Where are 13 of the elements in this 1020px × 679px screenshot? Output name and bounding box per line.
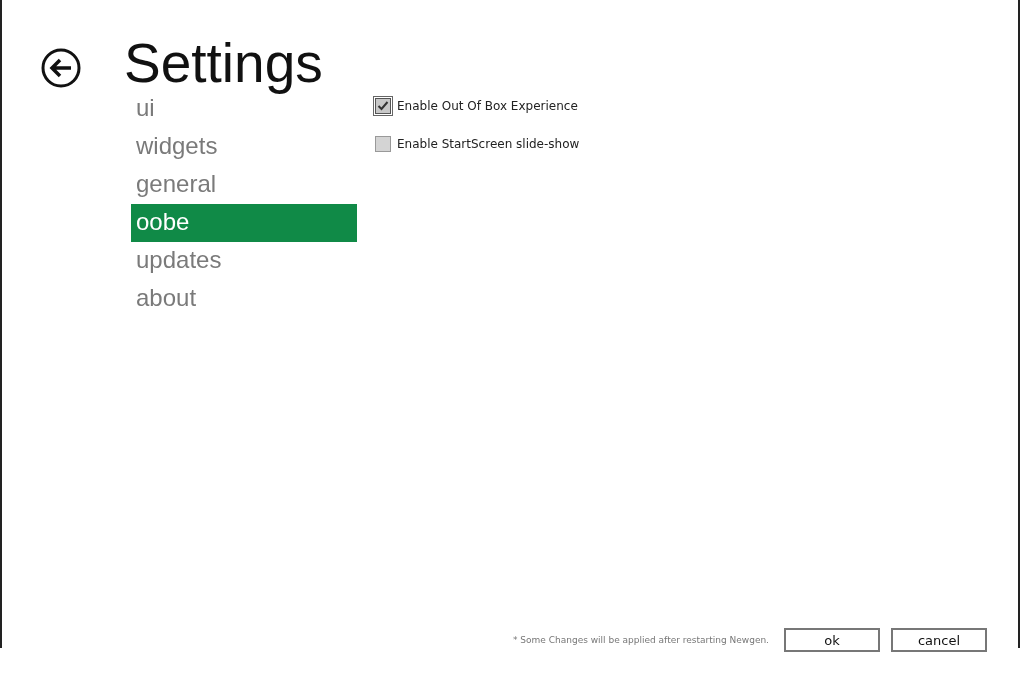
nav-item[interactable]: updates	[131, 242, 357, 280]
page-title: Settings	[124, 31, 323, 96]
nav-item[interactable]: widgets	[131, 128, 357, 166]
dialog-button[interactable]: cancel	[891, 628, 987, 652]
checkbox-label: Enable StartScreen slide-show	[397, 137, 580, 151]
dialog-button[interactable]: ok	[784, 628, 880, 652]
nav-item[interactable]: oobe	[131, 204, 357, 242]
restart-note: * Some Changes will be applied after restarting Newgen.	[512, 635, 769, 645]
nav-item[interactable]: about	[131, 280, 357, 318]
checkbox-label: Enable Out Of Box Experience	[397, 99, 578, 113]
checkbox[interactable]	[375, 136, 391, 152]
nav-item[interactable]: general	[131, 166, 357, 204]
checkbox[interactable]	[375, 98, 391, 114]
